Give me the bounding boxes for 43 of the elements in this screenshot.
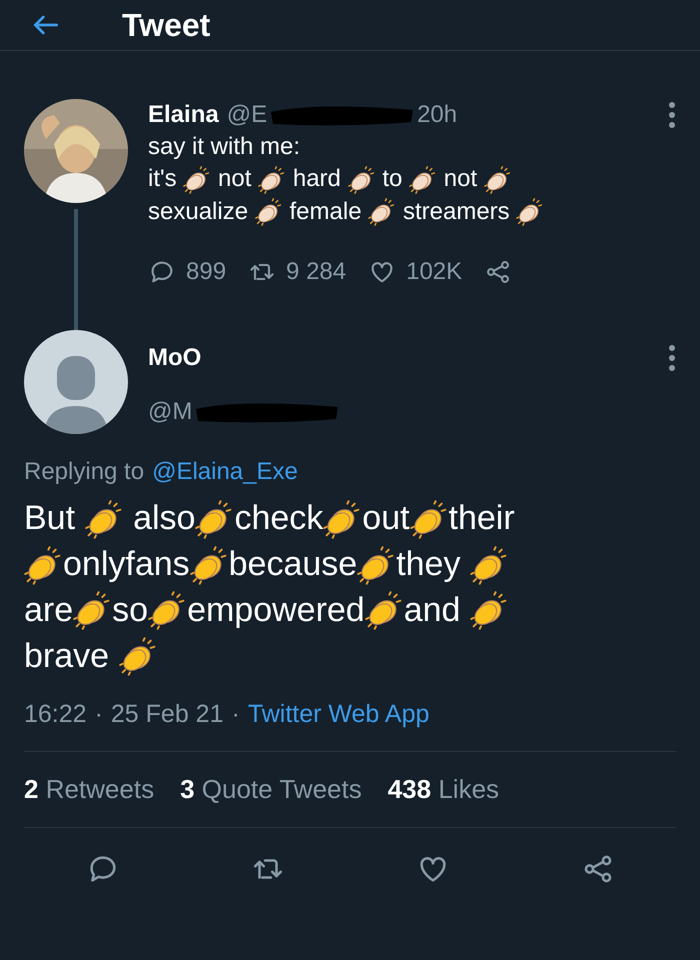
tweet-text: also: [133, 498, 196, 540]
page-title: Tweet: [122, 6, 210, 44]
tweet-text: their: [448, 498, 515, 540]
engagement-count[interactable]: 438 Likes: [388, 774, 500, 805]
stat-count: 899: [186, 258, 226, 286]
tweet-text: not: [444, 164, 478, 194]
tweet-text: streamers: [402, 196, 510, 227]
author-handle: @M: [148, 397, 192, 428]
tweet-text: out: [362, 498, 410, 540]
tweet-text: and: [404, 590, 460, 632]
tweet-text: brave: [24, 636, 110, 677]
tweet-meta: 16:22: [24, 700, 87, 729]
tweet-text: sexualize: [148, 196, 248, 227]
tweet-text: onlyfans: [63, 544, 190, 586]
source-link[interactable]: Twitter Web App: [248, 700, 430, 729]
tweet-text: are: [24, 590, 74, 632]
tweet-text: to: [382, 164, 402, 194]
mention-link[interactable]: @Elaina_Exe: [152, 458, 298, 486]
tweet-text: empowered: [187, 590, 365, 632]
author-name: MoO: [148, 343, 202, 374]
tweet-text: they: [396, 544, 460, 586]
tweet-time: 20h: [417, 100, 458, 130]
tweet-text: so: [112, 590, 148, 632]
tweet-text: hard: [292, 164, 341, 194]
replying-to-label: Replying to: [24, 458, 144, 486]
tweet-text: check: [234, 498, 324, 540]
engagement-count[interactable]: 2 Retweets: [24, 774, 154, 805]
stat-count: 102K: [406, 258, 462, 286]
author-handle: @E: [226, 100, 268, 130]
tweet-text: because: [228, 544, 358, 586]
tweet-text: say it with me:: [148, 132, 300, 162]
tweet-meta: ·: [231, 700, 240, 729]
author-name: Elaina: [148, 100, 219, 130]
tweet-text: female: [290, 196, 362, 227]
more-options-icon[interactable]: [668, 343, 676, 374]
stat-count: 9 284: [286, 258, 346, 286]
tweet-meta: 25 Feb 21: [110, 700, 224, 729]
tweet-text: But: [24, 498, 76, 540]
more-options-icon[interactable]: [668, 100, 676, 130]
tweet-text: it's: [148, 164, 177, 194]
tweet-text: not: [218, 164, 252, 194]
tweet-meta: ·: [94, 700, 103, 729]
engagement-count[interactable]: 3 Quote Tweets: [180, 774, 362, 805]
